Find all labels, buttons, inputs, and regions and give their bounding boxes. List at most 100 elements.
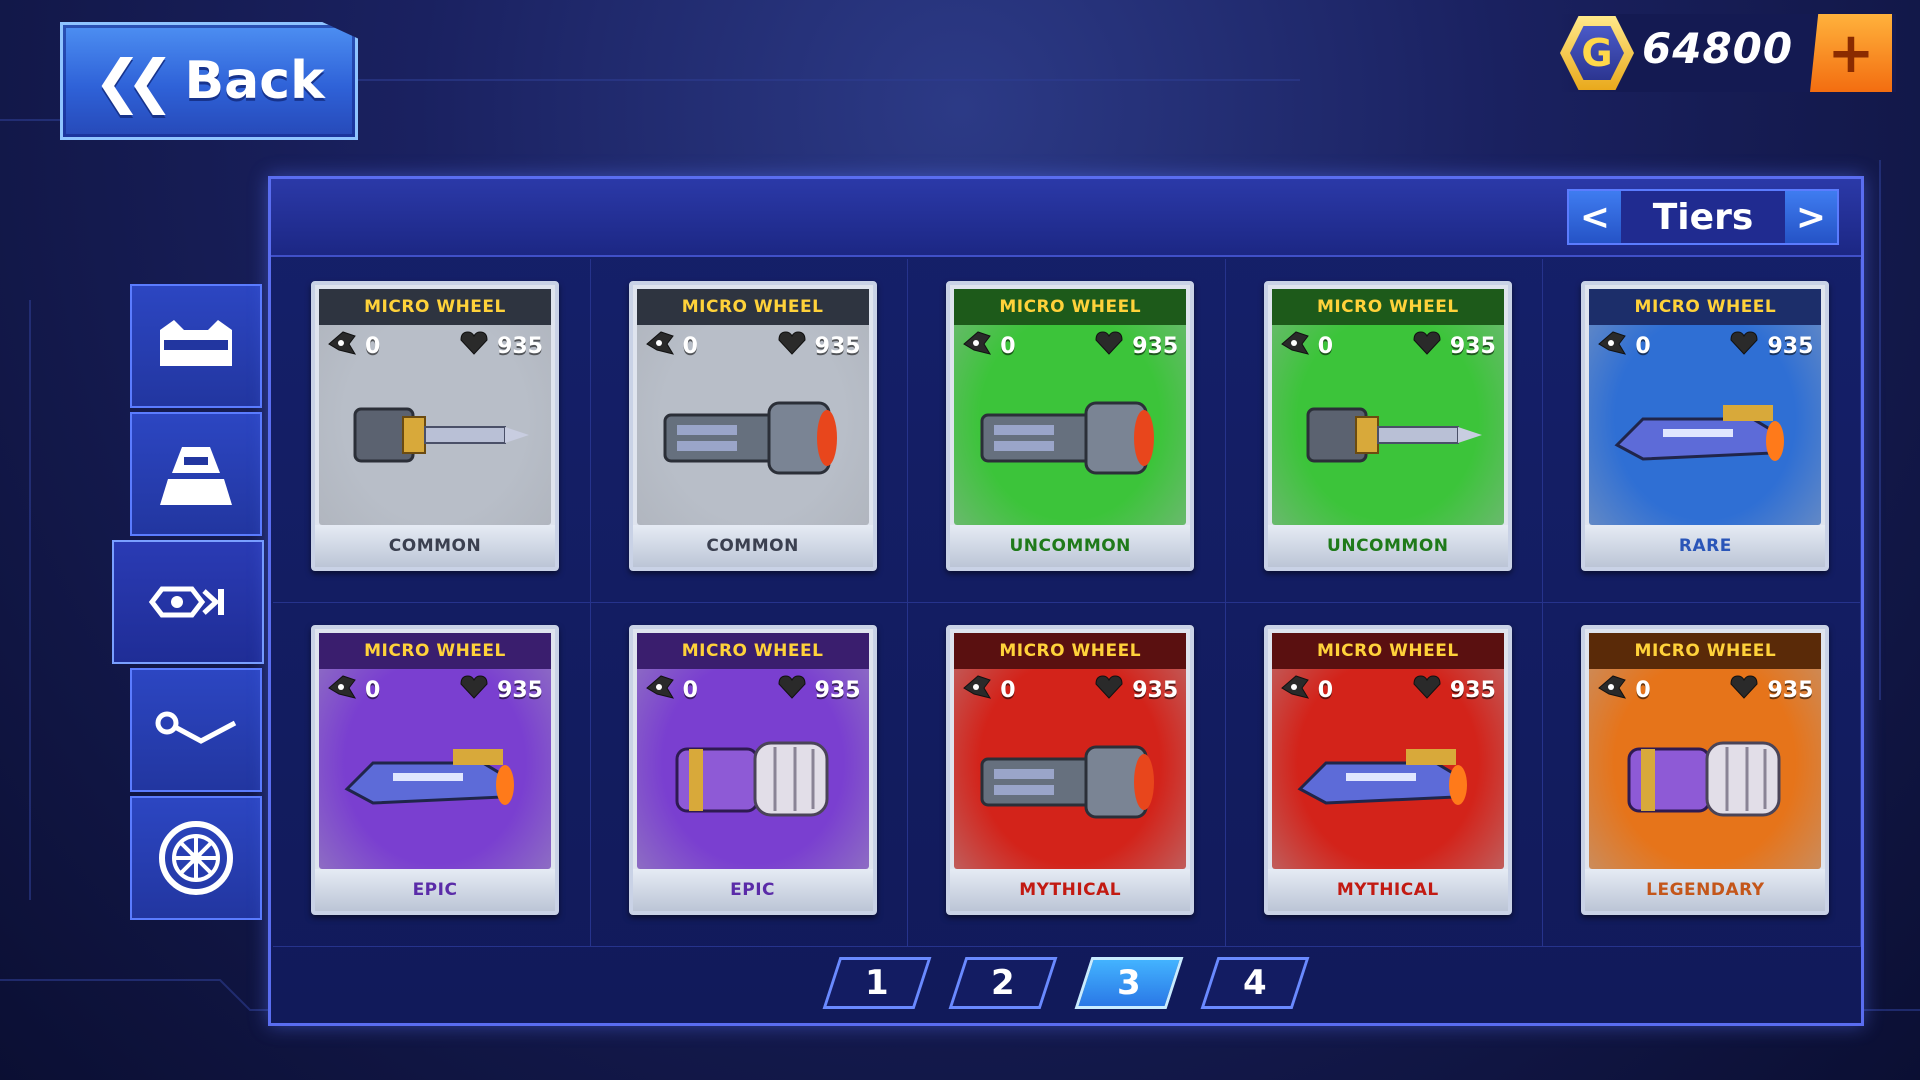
health-icon (1729, 330, 1759, 362)
rarity-label: COMMON (315, 525, 555, 567)
tab-wheel[interactable] (130, 796, 262, 920)
attack-value: 0 (1000, 677, 1016, 703)
attack-value: 0 (682, 677, 698, 703)
weapon-card[interactable]: MICRO WHEEL 0 935 MYTHICAL (1263, 625, 1512, 915)
weapon-card[interactable]: MICRO WHEEL 0 935 EPIC (628, 625, 877, 915)
card-title: MICRO WHEEL (954, 289, 1187, 325)
card-title: MICRO WHEEL (1589, 633, 1822, 669)
add-currency-button[interactable]: + (1810, 14, 1892, 92)
card-cell: MICRO WHEEL 0 935 EPIC (273, 603, 591, 947)
card-title: MICRO WHEEL (1271, 289, 1504, 325)
attack-stat: 0 (645, 674, 698, 706)
tiers-selector: < Tiers > (1567, 189, 1839, 245)
card-stats: 0 935 (962, 675, 1178, 705)
attack-stat: 0 (327, 674, 380, 706)
attack-icon (327, 674, 357, 706)
card-stats: 0 935 (327, 675, 543, 705)
health-value: 935 (1449, 333, 1496, 359)
health-icon (1094, 674, 1124, 706)
coin-symbol: G (1570, 26, 1624, 80)
drill-gun-icon (1286, 375, 1490, 495)
page-button-3[interactable]: 3 (1074, 957, 1184, 1009)
tab-visor[interactable] (130, 284, 262, 408)
card-cell: MICRO WHEEL 0 935 EPIC (590, 603, 909, 947)
health-value: 935 (814, 677, 861, 703)
card-stats: 0 935 (962, 331, 1178, 361)
weapon-card[interactable]: MICRO WHEEL 0 935 UNCOMMON (946, 281, 1195, 571)
card-cell: MICRO WHEEL 0 935 COMMON (590, 259, 909, 603)
card-grid: MICRO WHEEL 0 935 COMMON MICRO WHEEL 0 935 COMM… (273, 259, 1861, 947)
card-cell: MICRO WHEEL 0 935 MYTHICAL (1225, 603, 1544, 947)
panel-header: < Tiers > (271, 179, 1861, 257)
coin-amount: 64800 (1642, 24, 1794, 73)
card-cell: MICRO WHEEL 0 935 COMMON (273, 259, 591, 603)
page-button-4[interactable]: 4 (1200, 957, 1310, 1009)
attack-icon (1280, 674, 1310, 706)
fist-icon (651, 719, 855, 839)
blaster-icon (1603, 375, 1807, 495)
cannon-icon (651, 375, 855, 495)
card-title: MICRO WHEEL (636, 289, 869, 325)
rarity-label: RARE (1585, 525, 1826, 567)
tab-weapon[interactable] (112, 540, 264, 664)
health-stat: 935 (1412, 674, 1496, 706)
card-title: MICRO WHEEL (319, 633, 551, 669)
attack-value: 0 (1317, 677, 1334, 703)
tab-wrench[interactable] (130, 668, 262, 792)
tab-helmet[interactable] (130, 412, 262, 536)
health-value: 935 (1132, 333, 1179, 359)
weapon-card[interactable]: MICRO WHEEL 0 935 COMMON (311, 281, 559, 571)
double-chevron-left-icon: ❮❮ (93, 47, 174, 115)
weapon-card[interactable]: MICRO WHEEL 0 935 UNCOMMON (1263, 281, 1512, 571)
card-title: MICRO WHEEL (1271, 633, 1504, 669)
attack-icon (1597, 330, 1627, 362)
card-title: MICRO WHEEL (319, 289, 551, 325)
tiers-next-button[interactable]: > (1785, 191, 1837, 243)
attack-icon (645, 674, 675, 706)
attack-stat: 0 (1280, 674, 1333, 706)
weapon-card[interactable]: MICRO WHEEL 0 935 EPIC (311, 625, 559, 915)
weapon-card[interactable]: MICRO WHEEL 0 935 COMMON (628, 281, 877, 571)
page-button-2[interactable]: 2 (948, 957, 1058, 1009)
health-icon (1412, 674, 1442, 706)
health-stat: 935 (777, 330, 861, 362)
rarity-label: EPIC (315, 869, 555, 911)
card-cell: MICRO WHEEL 0 935 UNCOMMON (908, 259, 1226, 603)
pagination: 1 2 3 4 (271, 957, 1861, 1013)
attack-value: 0 (1635, 333, 1651, 359)
weapon-card[interactable]: MICRO WHEEL 0 935 MYTHICAL (946, 625, 1195, 915)
health-stat: 935 (1729, 330, 1813, 362)
health-icon (777, 330, 807, 362)
card-cell: MICRO WHEEL 0 935 MYTHICAL (908, 603, 1226, 947)
card-stats: 0 935 (1597, 331, 1813, 361)
card-title: MICRO WHEEL (954, 633, 1187, 669)
rarity-label: EPIC (632, 869, 873, 911)
visor-icon (160, 320, 232, 366)
attack-icon (1280, 330, 1310, 362)
attack-stat: 0 (1597, 330, 1651, 362)
health-stat: 935 (1094, 674, 1178, 706)
rarity-label: UNCOMMON (1267, 525, 1508, 567)
card-stats: 0 935 (327, 331, 543, 361)
health-stat: 935 (459, 330, 543, 362)
health-value: 935 (1767, 333, 1814, 359)
page-number: 4 (1243, 963, 1267, 1003)
tiers-prev-button[interactable]: < (1569, 191, 1621, 243)
attack-value: 0 (1317, 333, 1334, 359)
weapon-card[interactable]: MICRO WHEEL 0 935 RARE (1581, 281, 1830, 571)
page-button-1[interactable]: 1 (822, 957, 932, 1009)
rarity-label: COMMON (632, 525, 873, 567)
currency-display: G 64800 + (1560, 14, 1896, 92)
rarity-label: UNCOMMON (950, 525, 1191, 567)
cannon-icon (968, 719, 1172, 839)
rarity-label: MYTHICAL (1267, 869, 1508, 911)
health-icon (459, 330, 489, 362)
helmet-icon (160, 447, 232, 505)
back-button[interactable]: ❮❮ Back (60, 22, 358, 140)
health-value: 935 (1767, 677, 1814, 703)
weapon-card[interactable]: MICRO WHEEL 0 935 LEGENDARY (1581, 625, 1830, 915)
page-number: 2 (991, 963, 1015, 1003)
attack-stat: 0 (962, 330, 1016, 362)
page-number: 1 (865, 963, 889, 1003)
card-stats: 0 935 (645, 331, 861, 361)
